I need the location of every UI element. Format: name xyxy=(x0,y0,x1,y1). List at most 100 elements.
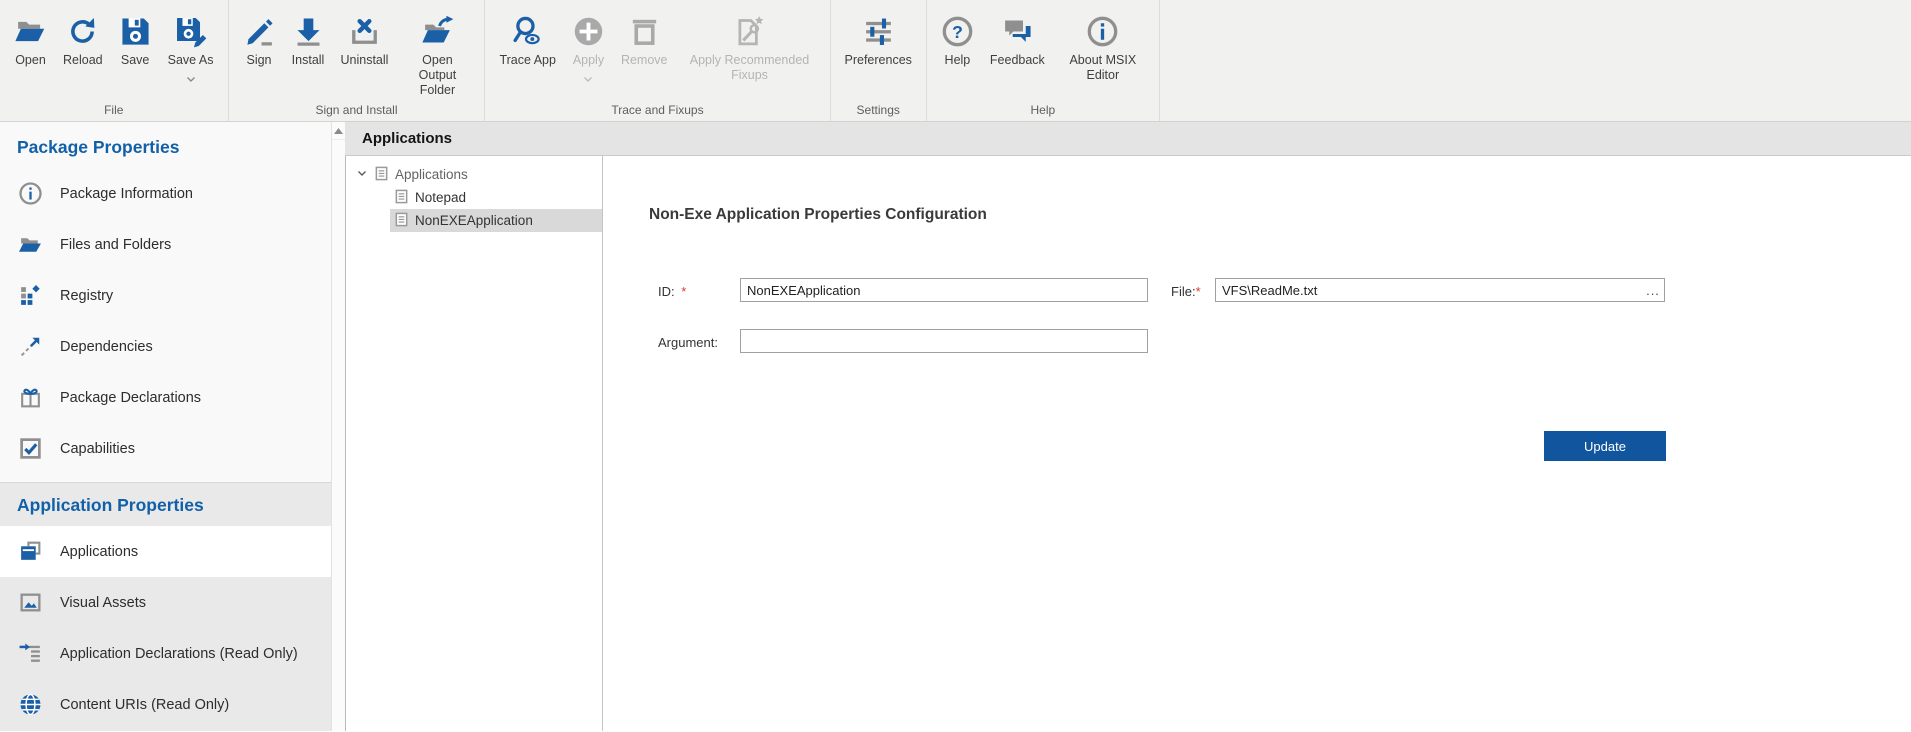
chevron-down-icon[interactable] xyxy=(356,167,368,182)
trace-app-button-label: Trace App xyxy=(499,53,556,68)
chevron-down-icon[interactable] xyxy=(186,70,196,78)
save-button-label: Save xyxy=(121,53,150,68)
open-button-label: Open xyxy=(15,53,46,68)
sidebar-item-files-and-folders[interactable]: Files and Folders xyxy=(0,219,331,270)
about-msix-editor-button[interactable]: About MSIX Editor xyxy=(1053,7,1153,85)
help-button-label: Help xyxy=(945,53,971,68)
apply-recommended-fixups-button[interactable]: Apply Recommended Fixups xyxy=(676,7,824,85)
document-list-icon xyxy=(374,166,389,184)
required-marker: * xyxy=(681,284,686,299)
tree-item-label: Applications xyxy=(395,167,468,182)
save-icon xyxy=(119,9,152,53)
sidebar-header-package-properties: Package Properties xyxy=(0,122,331,168)
uninstall-button[interactable]: Uninstall xyxy=(333,7,397,70)
about-info-icon xyxy=(1086,9,1119,53)
sign-pencil-icon xyxy=(243,9,276,53)
ribbon-group-trace-and-fixups: Trace App Apply Remove xyxy=(485,0,830,121)
id-input[interactable] xyxy=(740,278,1148,302)
ribbon-group-label: Help xyxy=(927,103,1159,117)
main-area: Package Properties Package Information F… xyxy=(0,122,1911,731)
save-button[interactable]: Save xyxy=(111,7,160,70)
sidebar-section-package-properties: Package Properties Package Information F… xyxy=(0,122,331,474)
ribbon-group-file: Open Reload Save Save As xyxy=(0,0,229,121)
save-as-button[interactable]: Save As xyxy=(160,7,222,80)
sidebar-item-label: Applications xyxy=(60,544,138,560)
sidebar-item-label: Files and Folders xyxy=(60,237,171,253)
remove-button-label: Remove xyxy=(621,53,668,68)
reload-icon xyxy=(66,9,99,53)
sidebar-item-registry[interactable]: Registry xyxy=(0,270,331,321)
application-properties-form: Non-Exe Application Properties Configura… xyxy=(603,156,1911,731)
preferences-sliders-icon xyxy=(862,9,895,53)
install-arrow-icon xyxy=(292,9,325,53)
sidebar-item-label: Capabilities xyxy=(60,441,135,457)
document-list-icon xyxy=(394,189,409,207)
ribbon-group-settings: Preferences Settings xyxy=(831,0,927,121)
sign-button-label: Sign xyxy=(246,53,271,68)
feedback-button[interactable]: Feedback xyxy=(982,7,1053,70)
sidebar-header-application-properties: Application Properties xyxy=(0,483,331,526)
tree-item-label: NonEXEApplication xyxy=(415,213,533,228)
sign-button[interactable]: Sign xyxy=(235,7,284,70)
sidebar-item-package-information[interactable]: Package Information xyxy=(0,168,331,219)
tree-item-applications-root[interactable]: Applications xyxy=(346,163,602,186)
ribbon-group-sign-and-install: Sign Install Uninstall Open Output Folde… xyxy=(229,0,486,121)
file-field-label: File:* xyxy=(1171,284,1201,299)
scroll-up-button[interactable] xyxy=(332,122,345,140)
sidebar-item-visual-assets[interactable]: Visual Assets xyxy=(0,577,331,628)
tree-item-notepad[interactable]: Notepad xyxy=(390,186,602,209)
open-button[interactable]: Open xyxy=(6,7,55,70)
argument-input[interactable] xyxy=(740,329,1148,353)
sidebar-item-application-declarations[interactable]: Application Declarations (Read Only) xyxy=(0,628,331,679)
sidebar-item-label: Package Declarations xyxy=(60,390,201,406)
content-body: Applications Notepad NonEXEApplication xyxy=(345,156,1911,731)
sidebar-item-content-uris[interactable]: Content URIs (Read Only) xyxy=(0,679,331,730)
app-window-icon xyxy=(17,539,43,565)
applications-tree: Applications Notepad NonEXEApplication xyxy=(345,156,603,731)
browse-file-button[interactable]: ... xyxy=(1644,280,1662,300)
uninstall-button-label: Uninstall xyxy=(341,53,389,68)
install-button-label: Install xyxy=(292,53,325,68)
reload-button[interactable]: Reload xyxy=(55,7,111,70)
registry-grid-icon xyxy=(17,283,43,309)
apply-button-label: Apply xyxy=(573,53,604,68)
uninstall-x-icon xyxy=(348,9,381,53)
apply-button[interactable]: Apply xyxy=(564,7,613,80)
folder-icon xyxy=(17,232,43,258)
preferences-button[interactable]: Preferences xyxy=(837,7,920,70)
argument-field-label: Argument: xyxy=(658,335,718,350)
trace-app-button[interactable]: Trace App xyxy=(491,7,564,70)
about-msix-editor-button-label: About MSIX Editor xyxy=(1061,53,1145,83)
help-button[interactable]: ? Help xyxy=(933,7,982,70)
update-button[interactable]: Update xyxy=(1544,431,1666,461)
sidebar-item-label: Dependencies xyxy=(60,339,153,355)
save-as-icon xyxy=(174,9,207,53)
sidebar-item-capabilities[interactable]: Capabilities xyxy=(0,423,331,474)
checkbox-check-icon xyxy=(17,436,43,462)
preferences-button-label: Preferences xyxy=(845,53,912,68)
sidebar-item-label: Package Information xyxy=(60,186,193,202)
sidebar-scrollbar[interactable] xyxy=(331,122,345,731)
file-input[interactable] xyxy=(1215,278,1665,302)
chevron-down-icon[interactable] xyxy=(583,70,593,78)
sidebar-item-label: Visual Assets xyxy=(60,595,146,611)
help-question-icon: ? xyxy=(941,9,974,53)
feedback-speech-bubbles-icon xyxy=(1001,9,1034,53)
globe-icon xyxy=(17,692,43,718)
sidebar-section-application-properties: Application Properties Applications Visu… xyxy=(0,482,331,731)
info-circle-icon xyxy=(17,181,43,207)
sidebar-item-label: Application Declarations (Read Only) xyxy=(60,646,298,662)
install-button[interactable]: Install xyxy=(284,7,333,70)
sidebar-item-applications[interactable]: Applications xyxy=(0,526,331,577)
arrow-up-right-icon xyxy=(17,334,43,360)
save-as-button-label: Save As xyxy=(168,53,214,68)
tree-item-nonexeapplication[interactable]: NonEXEApplication xyxy=(390,209,602,232)
sidebar-item-dependencies[interactable]: Dependencies xyxy=(0,321,331,372)
image-icon xyxy=(17,590,43,616)
feedback-button-label: Feedback xyxy=(990,53,1045,68)
arrow-to-list-icon xyxy=(17,641,43,667)
remove-button[interactable]: Remove xyxy=(613,7,676,70)
open-output-folder-button[interactable]: Open Output Folder xyxy=(396,7,478,100)
sidebar-item-package-declarations[interactable]: Package Declarations xyxy=(0,372,331,423)
ribbon-group-label: Sign and Install xyxy=(229,103,485,117)
